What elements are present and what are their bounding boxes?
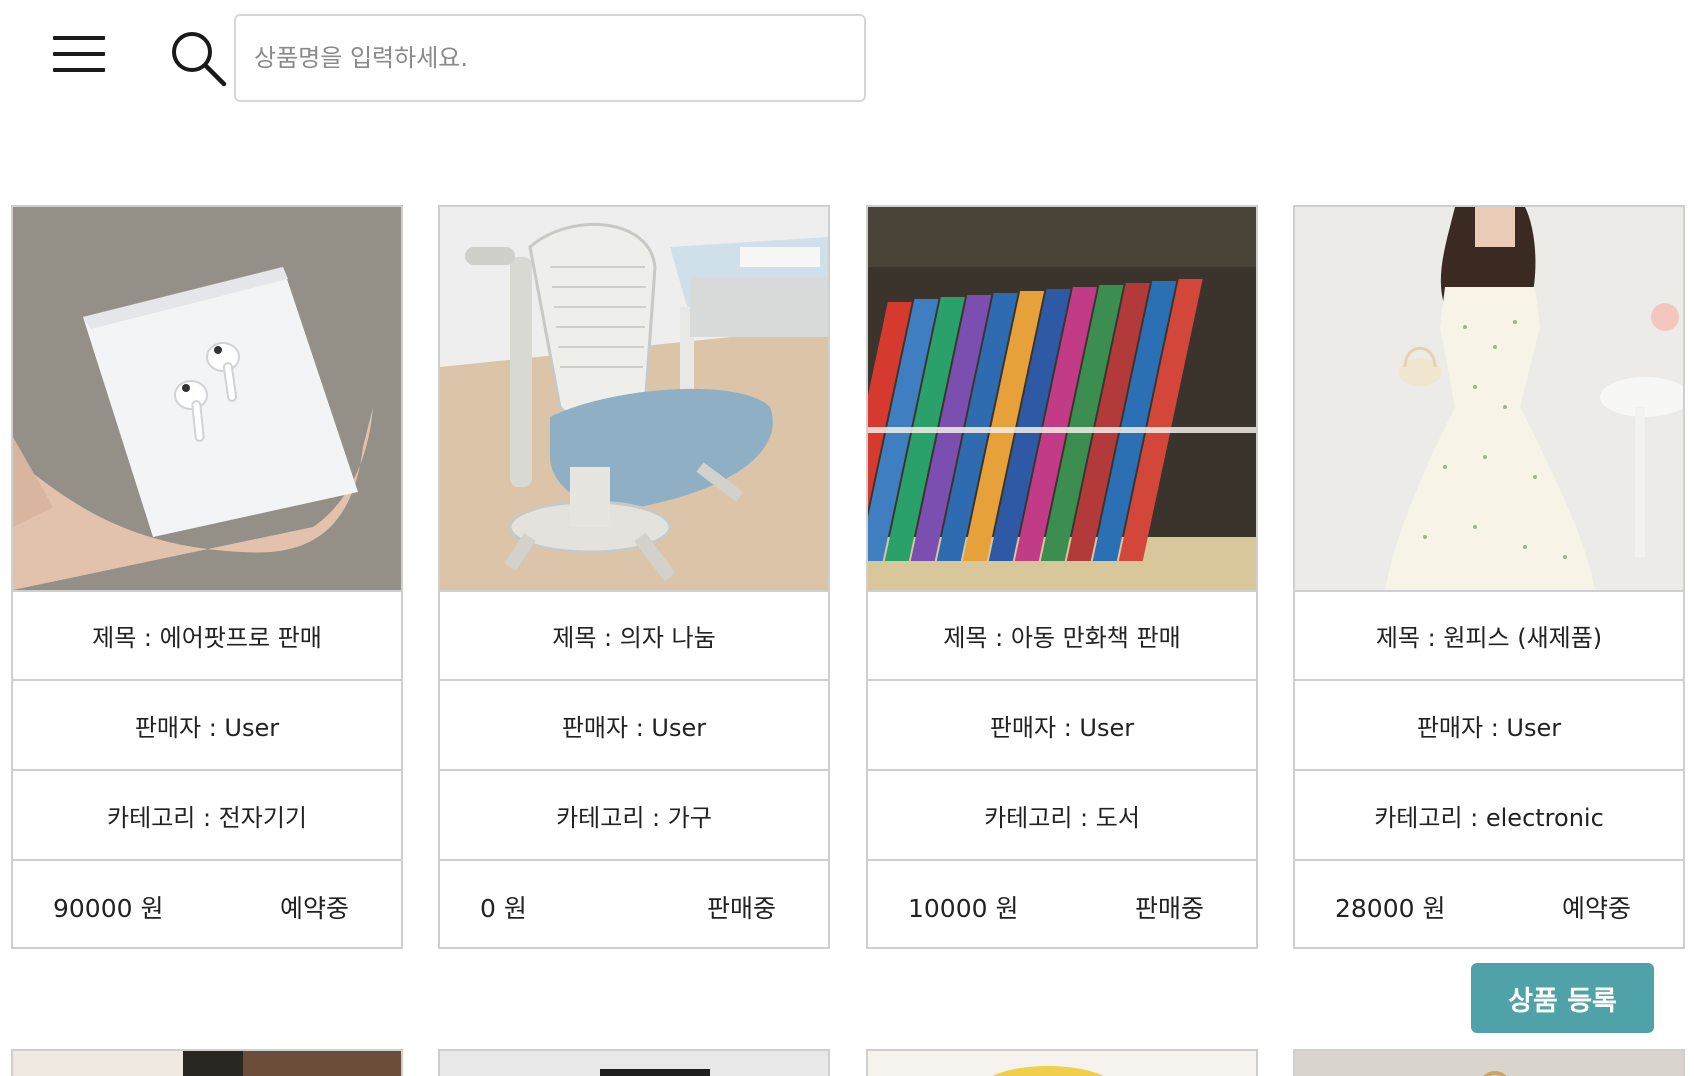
product-card[interactable] <box>438 1049 830 1076</box>
product-price-status: 28000 원 예약중 <box>1295 862 1683 951</box>
search-input[interactable] <box>234 14 866 102</box>
product-card[interactable] <box>1293 1049 1685 1076</box>
product-title: 제목 : 의자 나눔 <box>440 592 828 681</box>
product-seller: 판매자 : User <box>868 682 1256 771</box>
product-card[interactable]: 제목 : 원피스 (새제품) 판매자 : User 카테고리 : electro… <box>1293 205 1685 949</box>
product-seller: 판매자 : User <box>440 682 828 771</box>
product-card[interactable] <box>866 1049 1258 1076</box>
product-price: 28000 원 <box>1335 893 1446 923</box>
product-status: 판매중 <box>706 893 776 923</box>
hamburger-menu-icon[interactable] <box>53 36 105 72</box>
product-status: 예약중 <box>1561 893 1631 923</box>
product-image <box>868 207 1256 592</box>
product-card[interactable] <box>11 1049 403 1076</box>
product-price: 10000 원 <box>908 893 1019 923</box>
product-title: 제목 : 에어팟프로 판매 <box>13 592 401 681</box>
product-card[interactable]: 제목 : 에어팟프로 판매 판매자 : User 카테고리 : 전자기기 900… <box>11 205 403 949</box>
product-status: 예약중 <box>279 893 349 923</box>
product-list-page: 제목 : 에어팟프로 판매 판매자 : User 카테고리 : 전자기기 900… <box>0 0 1694 1076</box>
product-category: 카테고리 : 도서 <box>868 772 1256 861</box>
product-status: 판매중 <box>1134 893 1204 923</box>
search-icon[interactable] <box>170 30 228 88</box>
product-image <box>1295 1051 1683 1076</box>
product-price: 90000 원 <box>53 893 164 923</box>
product-image <box>13 207 401 592</box>
register-product-button[interactable]: 상품 등록 <box>1471 963 1654 1033</box>
product-image <box>440 207 828 592</box>
product-title: 제목 : 원피스 (새제품) <box>1295 592 1683 681</box>
product-image <box>440 1051 828 1076</box>
product-price-status: 0 원 판매중 <box>440 862 828 951</box>
product-category: 카테고리 : 전자기기 <box>13 772 401 861</box>
product-image <box>1295 207 1683 592</box>
product-price: 0 원 <box>480 893 527 923</box>
product-seller: 판매자 : User <box>1295 682 1683 771</box>
product-category: 카테고리 : 가구 <box>440 772 828 861</box>
product-card[interactable]: 제목 : 아동 만화책 판매 판매자 : User 카테고리 : 도서 1000… <box>866 205 1258 949</box>
product-image <box>13 1051 401 1076</box>
product-image <box>868 1051 1256 1076</box>
product-category: 카테고리 : electronic <box>1295 772 1683 861</box>
product-card[interactable]: 제목 : 의자 나눔 판매자 : User 카테고리 : 가구 0 원 판매중 <box>438 205 830 949</box>
product-price-status: 10000 원 판매중 <box>868 862 1256 951</box>
product-price-status: 90000 원 예약중 <box>13 862 401 951</box>
product-seller: 판매자 : User <box>13 682 401 771</box>
product-title: 제목 : 아동 만화책 판매 <box>868 592 1256 681</box>
